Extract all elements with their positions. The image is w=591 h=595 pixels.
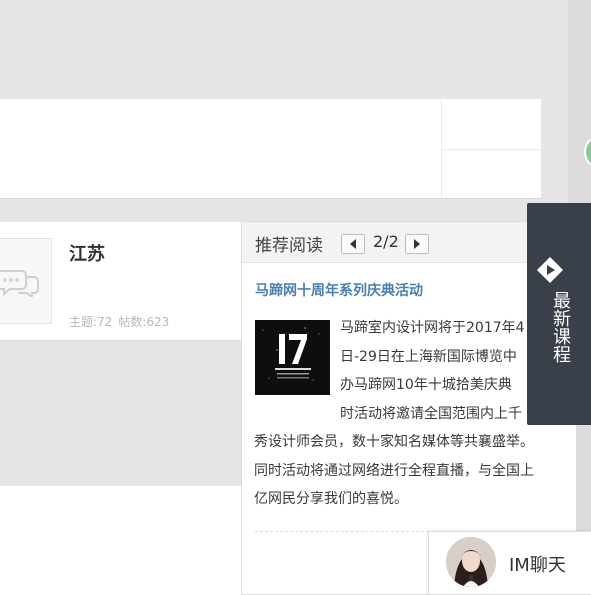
summary-line: 秀设计师会员，数十家知名媒体等共襄盛举。 <box>254 434 534 450</box>
avatar-image <box>446 537 496 587</box>
lower-content-panel <box>0 486 243 595</box>
chat-bubbles-icon <box>0 270 39 297</box>
page-indicator: 2/2 <box>373 232 399 251</box>
latest-courses-tab[interactable]: 最新课程 <box>527 203 591 425</box>
article-title-link[interactable]: 马蹄网十周年系列庆典活动 <box>255 280 423 300</box>
summary-line: 时活动将邀请全国范围内上千 <box>340 405 522 422</box>
play-diamond-icon <box>537 257 563 283</box>
forum-stats: 主题:72 帖数:623 <box>69 313 175 330</box>
side-tab-label: 最新课程 <box>550 291 571 363</box>
im-chat-button[interactable]: IM聊天 <box>428 531 591 595</box>
topics-count: 主题:72 <box>69 315 113 329</box>
im-chat-label: IM聊天 <box>509 555 566 576</box>
summary-line: 办马蹄网10年十城拾美庆典 <box>340 377 512 393</box>
panel-divider <box>441 149 541 150</box>
article-summary: 马蹄室内设计网将于2017年4 日-29日在上海新国际博览中 办马蹄网10年十城… <box>254 314 574 514</box>
chevron-left-icon <box>350 239 356 249</box>
summary-line: 马蹄室内设计网将于2017年4 <box>340 320 525 336</box>
recommend-title: 推荐阅读 <box>255 236 323 256</box>
avatar <box>446 537 496 587</box>
top-content-panel <box>0 99 541 199</box>
summary-line: 亿网民分享我们的喜悦。 <box>254 491 408 507</box>
next-page-button[interactable] <box>405 234 429 254</box>
posts-count: 帖数:623 <box>118 315 170 329</box>
forum-name[interactable]: 江苏 <box>69 240 105 266</box>
forum-thumbnail[interactable] <box>0 238 52 324</box>
prev-page-button[interactable] <box>341 234 365 254</box>
summary-line: 同时活动将通过网络进行全程直播，与全国上 <box>254 462 534 479</box>
recommend-header: 推荐阅读 2/2 <box>242 222 576 263</box>
summary-line: 日-29日在上海新国际博览中 <box>340 348 517 365</box>
chevron-right-icon <box>414 239 420 249</box>
